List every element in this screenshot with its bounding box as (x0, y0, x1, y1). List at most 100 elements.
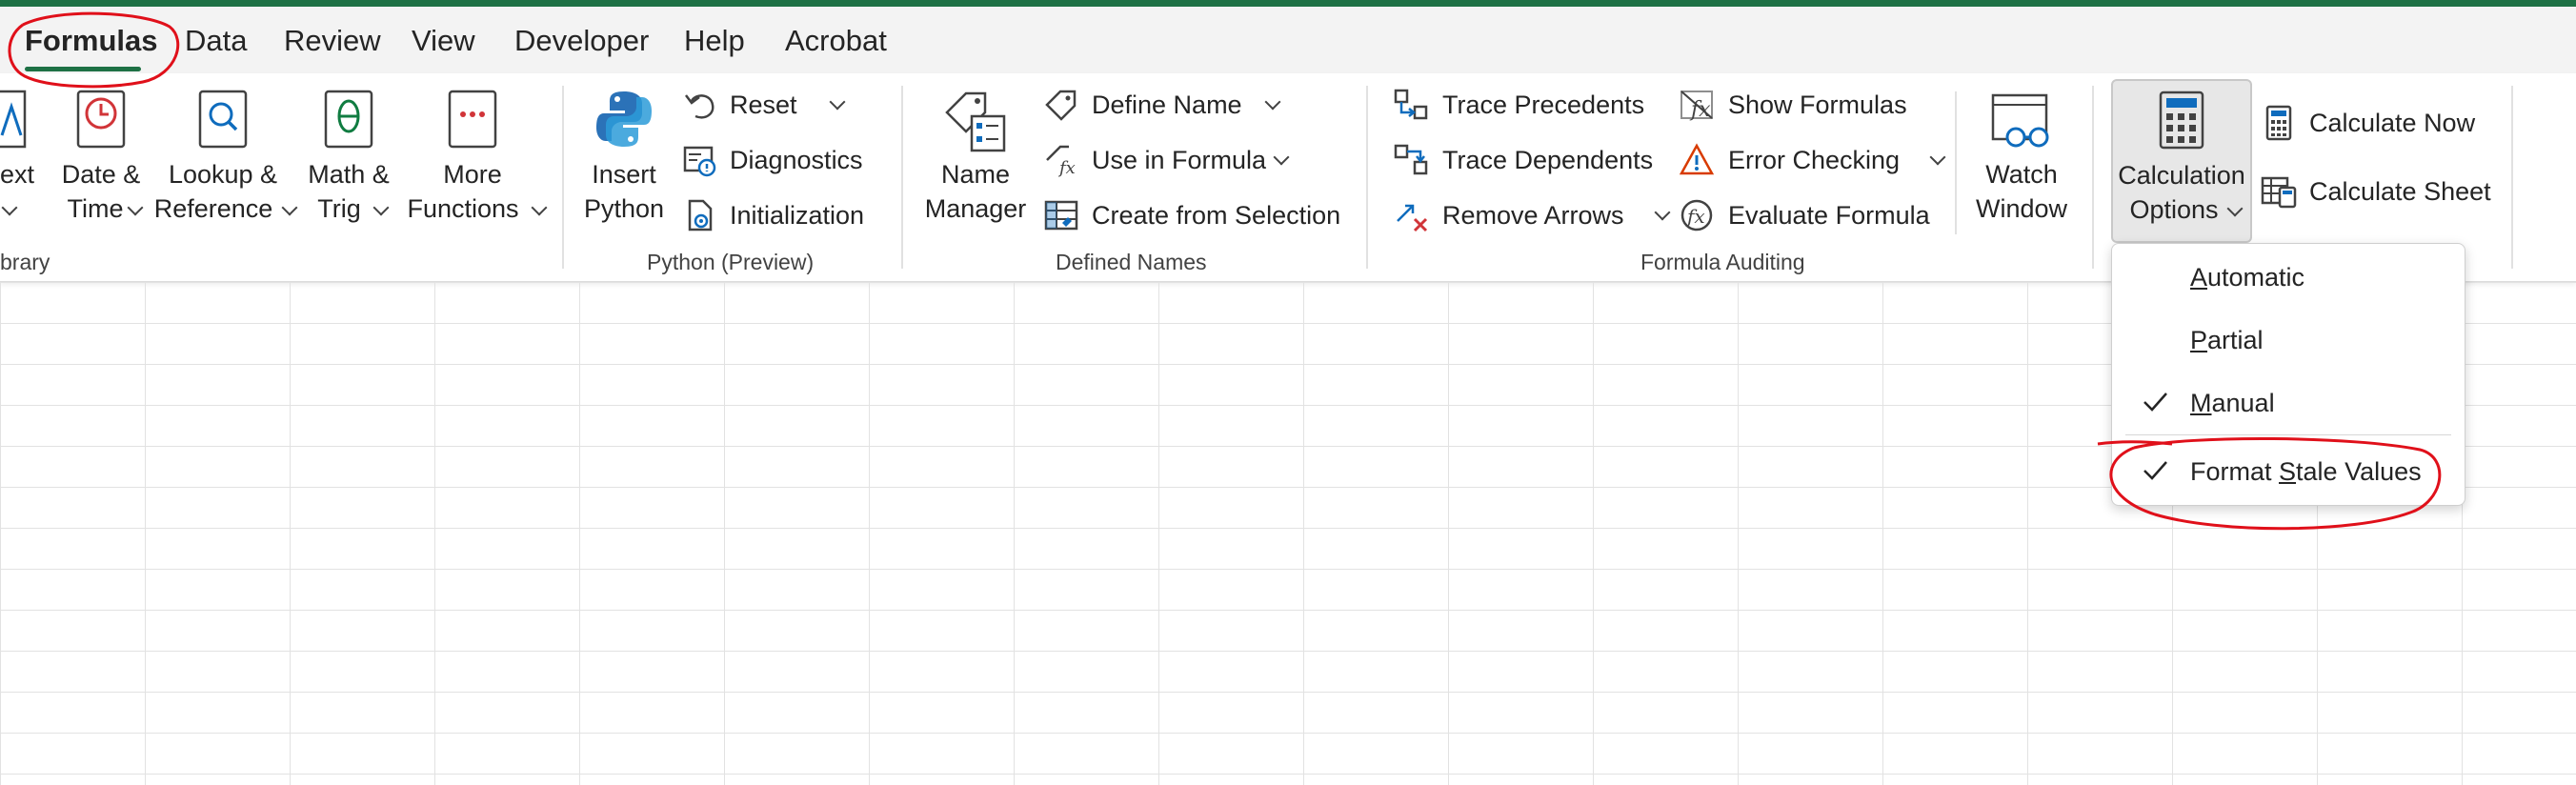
chevron-down-icon (1273, 149, 1290, 166)
calculate-sheet-icon (2260, 172, 2298, 211)
trace-dependents-icon (1393, 141, 1431, 179)
lookup-label-1: Lookup & (168, 160, 278, 189)
remove-arrows-label: Remove Arrows (1442, 200, 1624, 230)
date-time-label-1: Date & (61, 160, 141, 189)
reset-label: Reset (730, 90, 797, 119)
create-from-selection-icon (1042, 196, 1080, 234)
calculation-options-label-2: Options (2129, 195, 2219, 224)
group-divider (1366, 86, 1368, 269)
remove-arrows-icon (1393, 196, 1431, 234)
chevron-down-icon (829, 93, 846, 111)
chevron-down-icon (1264, 93, 1281, 111)
trace-precedents-button[interactable]: Trace Precedents (1393, 81, 1644, 129)
tab-help[interactable]: Help (684, 24, 745, 58)
initialization-button[interactable]: Initialization (680, 191, 864, 239)
tab-developer[interactable]: Developer (514, 24, 649, 58)
date-time-label-2: Time (67, 194, 124, 223)
name-manager-label-2: Manager (924, 194, 1027, 223)
title-accent-bar (0, 0, 2576, 7)
math-trig-label-2: Trig (317, 194, 361, 223)
evaluate-formula-icon: fx (1679, 196, 1717, 234)
error-checking-label: Error Checking (1728, 145, 1901, 174)
menu-item-partial[interactable]: Partial (2112, 312, 2465, 370)
tab-acrobat[interactable]: Acrobat (785, 24, 887, 58)
tab-formulas[interactable]: Formulas (25, 24, 158, 58)
tab-review[interactable]: Review (284, 24, 381, 58)
calculator-icon (2159, 91, 2204, 150)
calculate-sheet-label: Calculate Sheet (2309, 176, 2491, 206)
use-in-formula-button[interactable]: fx Use in Formula (1042, 136, 1290, 184)
more-functions-label-2: Functions (407, 194, 519, 223)
menu-item-format-stale-values[interactable]: Format Stale Values (2112, 444, 2465, 501)
group-label-function-library: brary (0, 250, 50, 274)
checkmark-icon (2143, 461, 2167, 480)
initialization-gear-icon (680, 196, 718, 234)
watch-window-label-1: Watch (1985, 160, 2058, 189)
calculate-now-label: Calculate Now (2309, 108, 2476, 137)
create-from-selection-button[interactable]: Create from Selection (1042, 191, 1340, 239)
tab-data[interactable]: Data (185, 24, 247, 58)
calculate-now-button[interactable]: Calculate Now (2260, 99, 2475, 147)
trace-dependents-button[interactable]: Trace Dependents (1393, 136, 1653, 184)
chevron-down-icon (1654, 204, 1671, 221)
svg-text:fx: fx (1057, 158, 1076, 177)
calculate-now-icon (2260, 104, 2298, 142)
text-functions-label: ext (0, 160, 35, 189)
menu-item-automatic[interactable]: Automatic (2112, 250, 2465, 307)
group-label-python: Python (Preview) (647, 250, 815, 274)
create-from-selection-label: Create from Selection (1092, 200, 1341, 230)
name-manager-label-1: Name (940, 160, 1011, 189)
calculation-options-button[interactable]: Calculation Options (2111, 79, 2252, 243)
menu-item-manual[interactable]: Manual (2112, 375, 2465, 433)
define-name-label: Define Name (1092, 90, 1242, 119)
math-theta-icon (324, 90, 373, 149)
remove-arrows-button[interactable]: Remove Arrows (1393, 191, 1671, 239)
calculate-sheet-button[interactable]: Calculate Sheet (2260, 168, 2491, 215)
tag-icon (1042, 86, 1080, 124)
group-label-defined-names: Defined Names (1056, 250, 1207, 274)
reset-button[interactable]: Reset (680, 81, 846, 129)
evaluate-formula-label: Evaluate Formula (1728, 200, 1930, 230)
name-manager-tag-icon (945, 91, 1006, 152)
group-divider (2511, 86, 2513, 269)
group-divider (1955, 91, 1957, 234)
trace-precedents-label: Trace Precedents (1442, 90, 1645, 119)
use-in-formula-label: Use in Formula (1092, 145, 1267, 174)
group-divider (562, 86, 564, 269)
calculation-options-label-1: Calculation (2118, 161, 2245, 190)
trace-dependents-label: Trace Dependents (1442, 145, 1654, 174)
error-checking-button[interactable]: Error Checking (1679, 136, 1946, 184)
undo-reset-icon (680, 86, 718, 124)
insert-python-label-1: Insert (592, 160, 656, 189)
chevron-down-icon (1929, 149, 1946, 166)
more-functions-label-1: More (443, 160, 502, 189)
error-checking-warning-icon (1679, 141, 1717, 179)
svg-text:fx: fx (1689, 98, 1711, 122)
calendar-clock-icon (76, 90, 126, 149)
text-functions-icon (0, 90, 27, 149)
show-formulas-button[interactable]: fx Show Formulas (1679, 81, 1907, 129)
trace-precedents-icon (1393, 86, 1431, 124)
checkmark-icon (2143, 392, 2167, 412)
lookup-magnifier-icon (198, 90, 248, 149)
diagnostics-label: Diagnostics (730, 145, 863, 174)
ribbon-tabs-bar: Formulas Data Review View Developer Help… (0, 7, 2576, 73)
group-divider (2092, 86, 2094, 269)
chevron-down-icon (2226, 200, 2244, 217)
svg-text:fx: fx (1685, 205, 1705, 228)
group-label-formula-auditing: Formula Auditing (1640, 250, 1805, 274)
watch-window-glasses-icon (1991, 93, 2049, 148)
tab-view[interactable]: View (412, 24, 475, 58)
define-name-button[interactable]: Define Name (1042, 81, 1281, 129)
watch-window-label-2: Window (1975, 194, 2068, 223)
menu-separator (2125, 434, 2451, 435)
python-logo-icon (596, 91, 652, 147)
calculation-options-menu: Automatic Partial Manual Format Stale Va… (2111, 243, 2465, 506)
show-formulas-icon: fx (1679, 86, 1717, 124)
evaluate-formula-button[interactable]: fx Evaluate Formula (1679, 191, 1930, 239)
math-trig-label-1: Math & (308, 160, 390, 189)
show-formulas-label: Show Formulas (1728, 90, 1907, 119)
insert-python-label-2: Python (583, 194, 665, 223)
diagnostics-button[interactable]: Diagnostics (680, 136, 863, 184)
group-divider (901, 86, 903, 269)
